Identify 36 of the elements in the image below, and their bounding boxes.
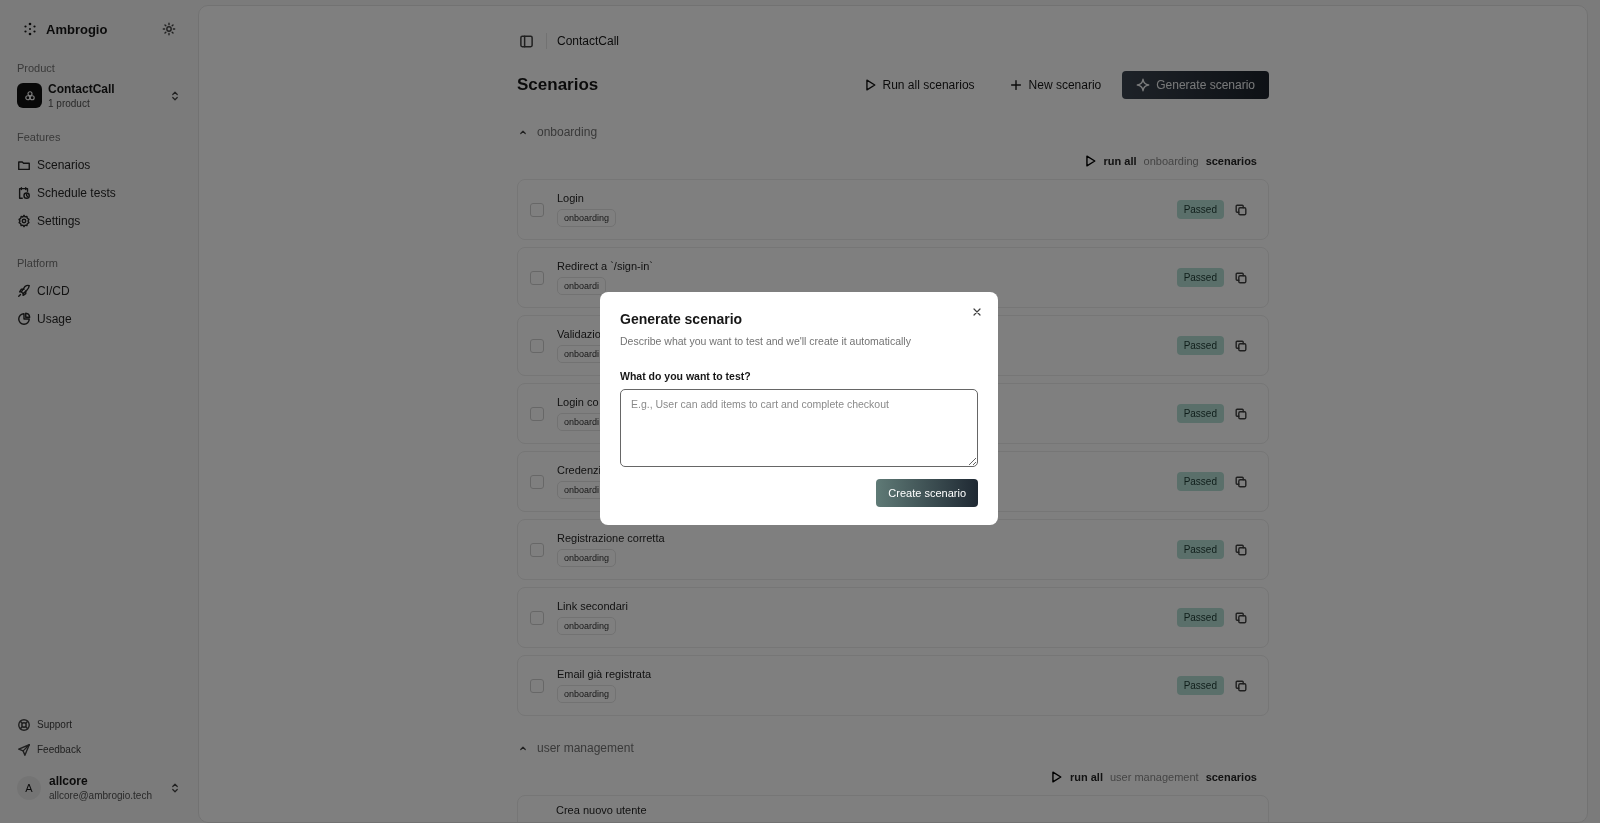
section-label: Features bbox=[16, 131, 62, 143]
status-badge: Passed bbox=[1176, 608, 1224, 627]
brand-name: Ambrogio bbox=[46, 21, 109, 37]
scenario-name: Redirect a `/sign-in` bbox=[557, 260, 653, 272]
product-name: ContactCall bbox=[48, 82, 116, 96]
dialog-description: Describe what you want to test and we'll create it automatically bbox=[620, 335, 912, 347]
product-count: 1 product bbox=[48, 98, 91, 109]
avatar: A bbox=[17, 775, 41, 800]
scenario-name: Validazio bbox=[557, 328, 601, 340]
scenario-name: Login co bbox=[557, 396, 599, 408]
breadcrumb: ContactCall bbox=[557, 34, 620, 48]
scenario-name: Login bbox=[557, 192, 584, 204]
tag: onboardi bbox=[557, 277, 607, 295]
user-name: allcore bbox=[49, 774, 89, 788]
status-badge: Passed bbox=[1176, 472, 1224, 491]
scenario-name: Credenzi bbox=[557, 464, 602, 476]
page-title: Scenarios bbox=[517, 75, 600, 95]
scenario-name: Registrazione corretta bbox=[557, 532, 665, 544]
tag: onboarding bbox=[557, 209, 617, 227]
dialog-title: Generate scenario bbox=[620, 311, 744, 327]
section-label: Platform bbox=[16, 257, 59, 269]
scenario-name: Email già registrata bbox=[557, 668, 652, 680]
user-email: allcore@ambrogio.tech bbox=[49, 790, 153, 801]
status-badge: Passed bbox=[1176, 676, 1224, 695]
status-badge: Passed bbox=[1176, 268, 1224, 287]
status-badge: Passed bbox=[1176, 200, 1224, 219]
section-label: Product bbox=[16, 62, 56, 74]
tag: onboarding bbox=[557, 617, 617, 635]
status-badge: Passed bbox=[1176, 540, 1224, 559]
scenario-name: Link secondari bbox=[557, 600, 628, 612]
scenario-name: Crea nuovo utente bbox=[556, 804, 647, 816]
status-badge: Passed bbox=[1176, 336, 1224, 355]
tag: onboarding bbox=[557, 549, 617, 567]
tag: onboarding bbox=[557, 685, 617, 703]
field-label: What do you want to test? bbox=[620, 370, 752, 382]
status-badge: Passed bbox=[1176, 404, 1224, 423]
